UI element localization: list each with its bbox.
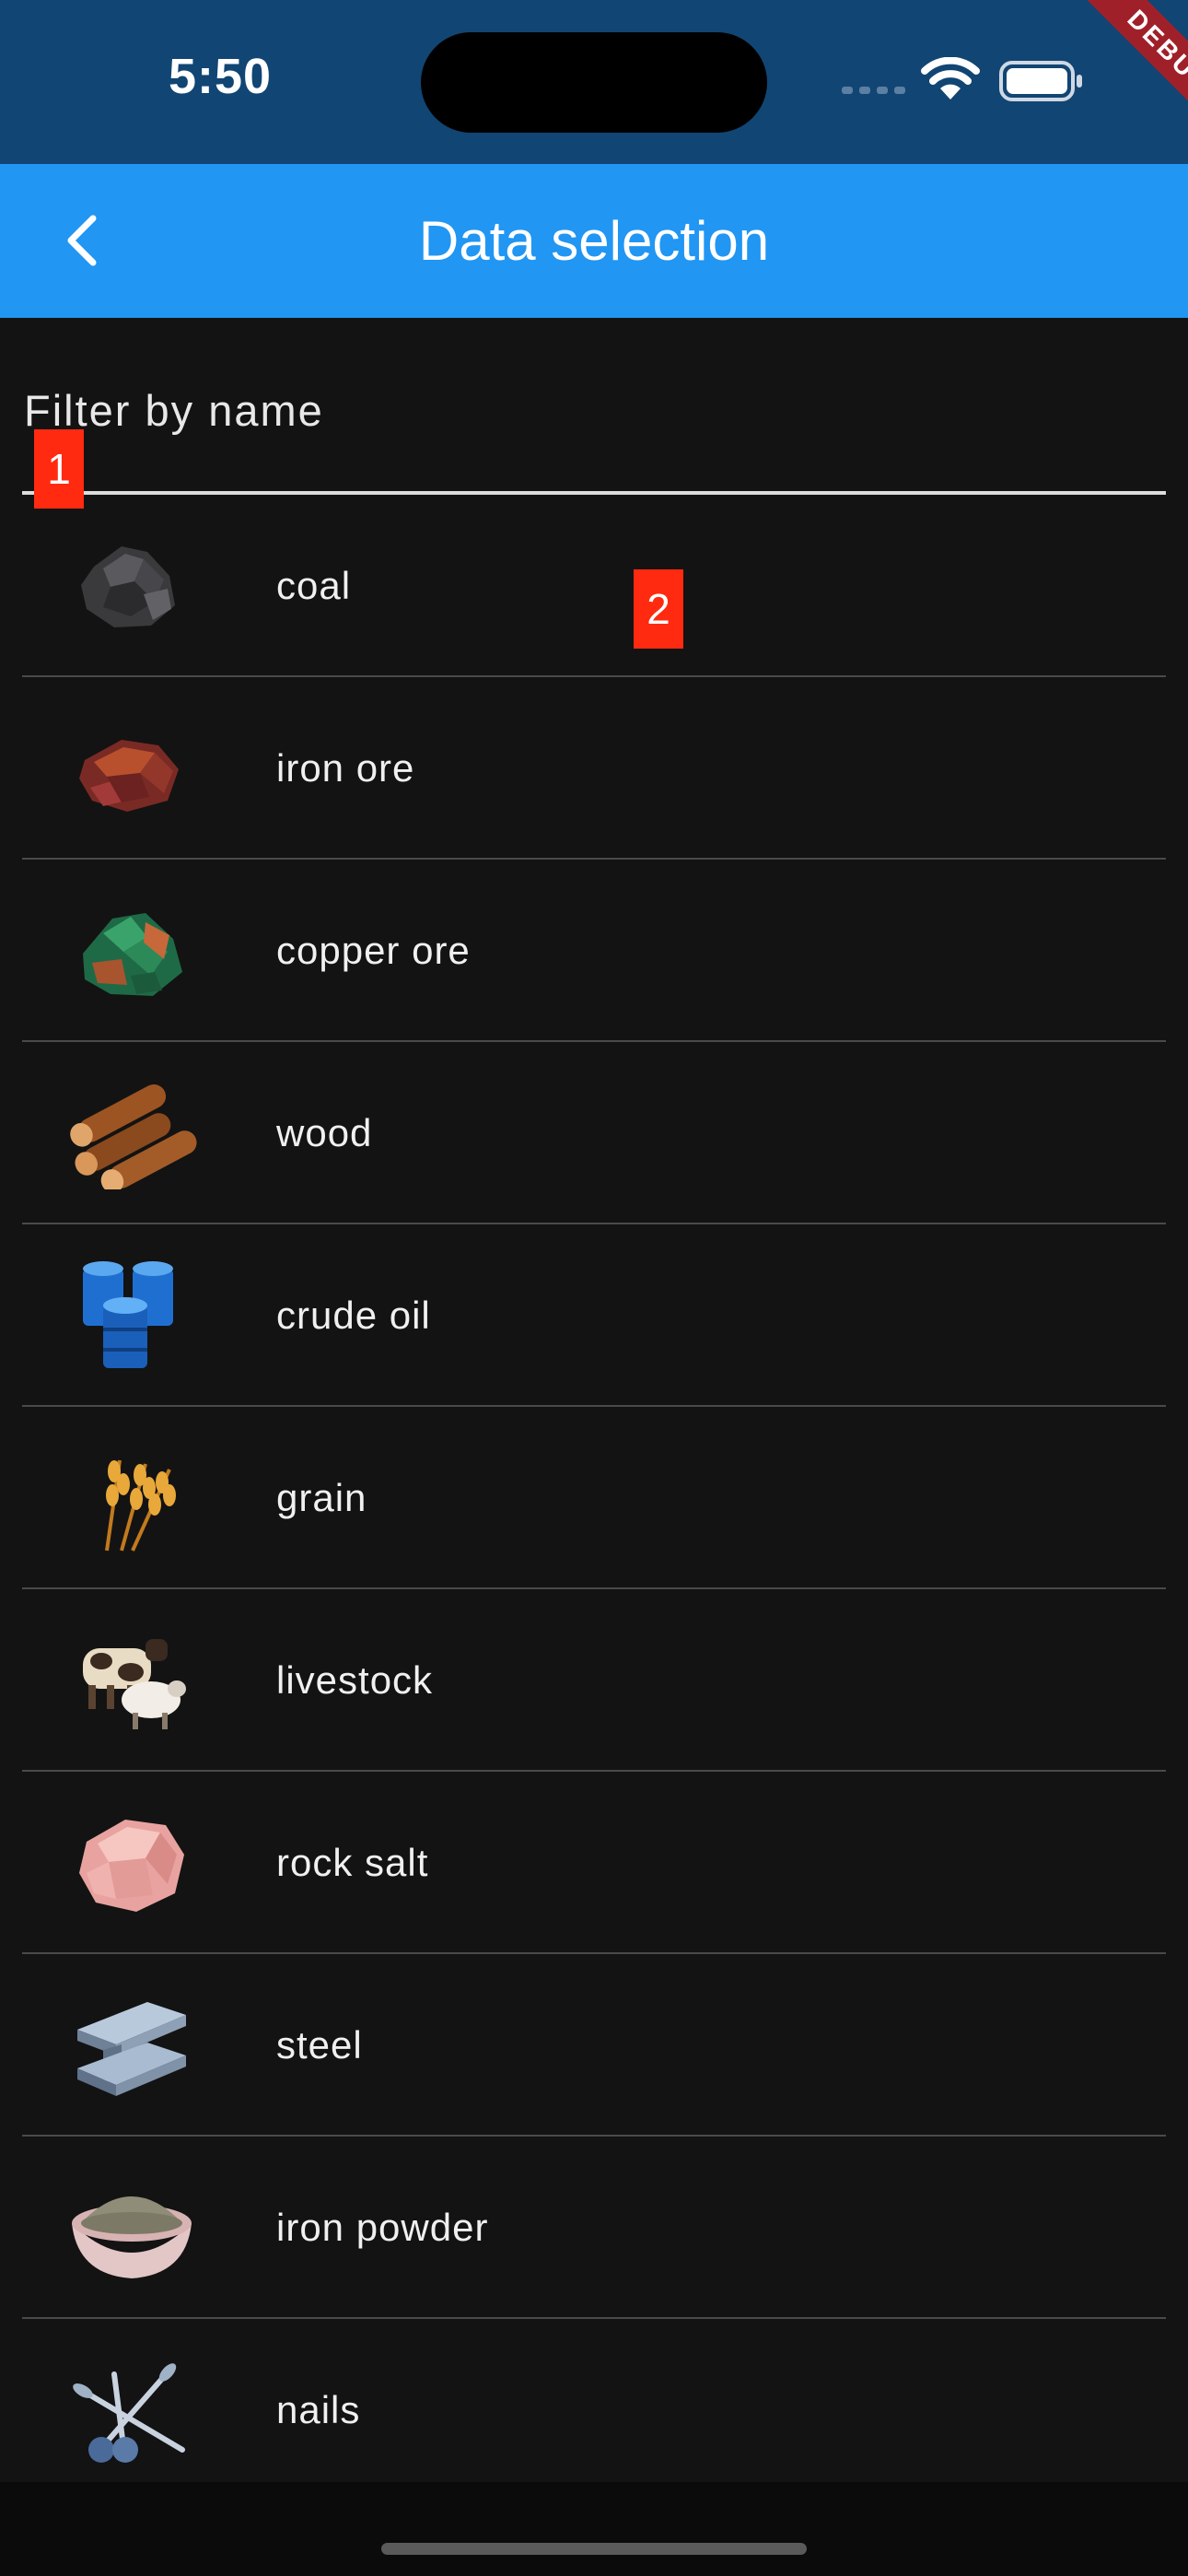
marker-badge-1: 1 — [34, 429, 84, 509]
iron-powder-icon — [66, 2172, 197, 2284]
filter-label: Filter by name — [24, 386, 324, 435]
app-bar: Data selection — [0, 164, 1188, 318]
battery-icon — [999, 61, 1082, 101]
steel-icon — [66, 1989, 197, 2102]
item-label: steel — [276, 2023, 363, 2067]
list-item-wood[interactable]: wood — [22, 1042, 1166, 1224]
nails-icon — [66, 2354, 197, 2466]
grain-icon — [66, 1442, 197, 1554]
list-item-nails[interactable]: nails — [22, 2319, 1166, 2501]
coal-icon — [66, 530, 197, 642]
home-area — [0, 2482, 1188, 2576]
page-title: Data selection — [418, 210, 770, 272]
list-item-rock-salt[interactable]: rock salt — [22, 1772, 1166, 1954]
item-label: wood — [276, 1111, 373, 1154]
item-label: rock salt — [276, 1841, 429, 1884]
list-item-coal[interactable]: coal — [22, 495, 1166, 677]
item-label: crude oil — [276, 1294, 431, 1337]
crude-oil-icon — [66, 1259, 197, 1372]
list-item-grain[interactable]: grain — [22, 1407, 1166, 1589]
item-label: copper ore — [276, 929, 471, 972]
wifi-icon — [921, 57, 980, 100]
chevron-left-icon — [67, 215, 97, 266]
list-item-iron-ore[interactable]: iron ore — [22, 677, 1166, 860]
filter-input[interactable]: Filter by name — [22, 318, 1166, 495]
back-button[interactable] — [42, 201, 122, 280]
item-label: iron powder — [276, 2206, 489, 2249]
list-item-livestock[interactable]: livestock — [22, 1589, 1166, 1772]
wood-icon — [66, 1077, 197, 1189]
livestock-icon — [66, 1624, 197, 1737]
item-label: coal — [276, 564, 352, 607]
status-bar: 5:50 DEBUG — [0, 0, 1188, 164]
data-list: coal iron ore copper ore wood crude oil … — [22, 495, 1166, 2501]
list-item-crude-oil[interactable]: crude oil — [22, 1224, 1166, 1407]
rock-salt-icon — [66, 1807, 197, 1919]
status-time: 5:50 — [169, 49, 273, 104]
marker-badge-2: 2 — [634, 569, 683, 649]
dynamic-island — [421, 32, 767, 133]
item-label: livestock — [276, 1658, 434, 1702]
home-indicator[interactable] — [381, 2543, 807, 2555]
iron-ore-icon — [66, 712, 197, 825]
debug-banner: DEBUG — [1069, 0, 1188, 153]
item-label: nails — [276, 2388, 361, 2431]
list-item-copper-ore[interactable]: copper ore — [22, 860, 1166, 1042]
item-label: iron ore — [276, 746, 415, 790]
list-item-steel[interactable]: steel — [22, 1954, 1166, 2137]
item-label: grain — [276, 1476, 367, 1519]
list-item-iron-powder[interactable]: iron powder — [22, 2137, 1166, 2319]
cellular-dots-icon — [842, 87, 905, 94]
copper-ore-icon — [66, 895, 197, 1007]
